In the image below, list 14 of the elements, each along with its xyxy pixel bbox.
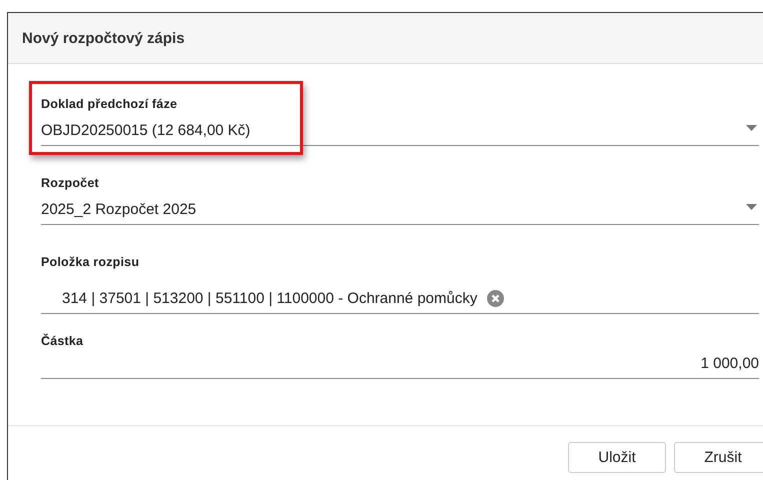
cancel-button[interactable]: Zrušit [674, 442, 763, 473]
field-label: Částka [41, 334, 84, 348]
field-label: Položka rozpisu [41, 255, 140, 269]
dropdown[interactable]: OBJD20250015 (12 684,00 Kč) [41, 115, 759, 146]
caret-icon [746, 204, 757, 210]
caret-icon [746, 125, 757, 131]
field-label: Doklad předchozí fáze [41, 97, 178, 111]
select-field[interactable]: 314 | 37501 | 513200 | 551100 | 1100000 - Ochranné pomůcky [41, 283, 759, 314]
dropdown[interactable]: 2025_2 Rozpočet 2025 [41, 194, 759, 225]
save-button[interactable]: Uložit [568, 442, 666, 473]
field-label: Rozpočet [41, 176, 99, 190]
clear-icon[interactable] [487, 290, 504, 306]
dialog-title: Nový rozpočtový zápis [22, 30, 185, 46]
input-field[interactable]: 1 000,00 [41, 348, 759, 379]
